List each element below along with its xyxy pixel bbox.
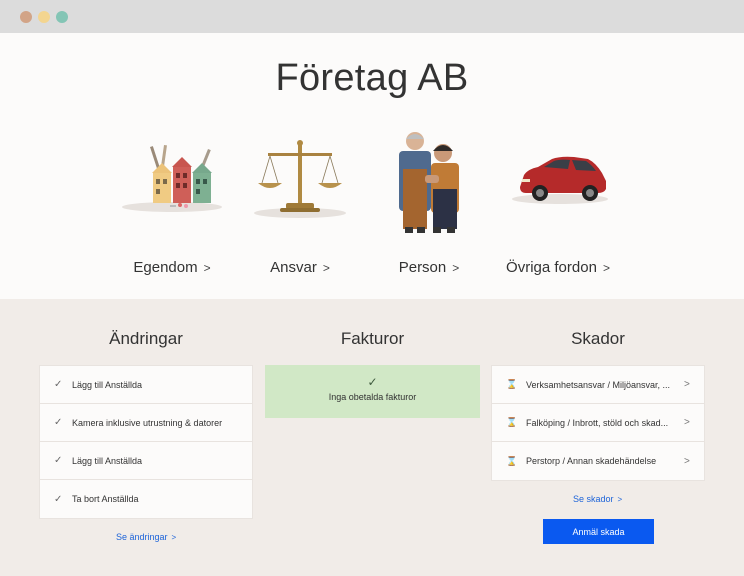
category-ovriga-fordon[interactable]: Övriga fordon > xyxy=(478,129,638,276)
chevron-right-icon: > xyxy=(203,261,211,275)
company-overview: Företag AB Egendom > Ansvar > Person > Ö… xyxy=(0,33,744,299)
maximize-window-button[interactable] xyxy=(56,11,68,23)
changes-title: Ändringar xyxy=(109,329,183,348)
company-title: Företag AB xyxy=(275,57,469,99)
checkmark-icon: ✓ xyxy=(54,417,63,428)
claims-list: ⌛ Verksamhetsansvar / Miljöansvar, ... > ⌛… xyxy=(491,365,705,481)
checkmark-icon: ✓ xyxy=(54,379,63,390)
chevron-right-icon: > xyxy=(684,417,690,428)
hourglass-icon: ⌛ xyxy=(506,455,518,466)
chevron-right-icon: > xyxy=(322,261,330,275)
checkmark-icon: ✓ xyxy=(367,375,378,389)
invoices-status: ✓ Inga obetalda fakturor xyxy=(265,365,480,418)
report-claim-button[interactable]: Anmäl skada xyxy=(543,519,654,544)
chevron-right-icon: > xyxy=(684,379,690,390)
people-illustration-icon xyxy=(369,129,489,239)
claim-item[interactable]: ⌛ Falköping / Inbrott, stöld och skad... > xyxy=(492,404,704,442)
hourglass-icon: ⌛ xyxy=(506,379,518,389)
change-item[interactable]: ✓ Lägg till Anställda xyxy=(40,366,252,404)
car-illustration-icon xyxy=(498,129,618,239)
claim-item[interactable]: ⌛ Perstorp / Annan skadehändelse > xyxy=(492,442,704,480)
checkmark-icon: ✓ xyxy=(54,493,63,505)
change-item[interactable]: ✓ Lägg till Anställda xyxy=(40,442,252,480)
see-claims-link[interactable]: Se skador > xyxy=(573,494,622,504)
see-changes-link[interactable]: Se ändringar > xyxy=(116,532,176,542)
houses-illustration-icon xyxy=(112,129,232,239)
claim-item[interactable]: ⌛ Verksamhetsansvar / Miljöansvar, ... > xyxy=(492,366,704,404)
chevron-right-icon: > xyxy=(684,455,690,467)
changes-list: ✓ Lägg till Anställda ✓ Kamera inklusive u… xyxy=(39,365,253,519)
checkmark-icon: ✓ xyxy=(54,455,63,466)
close-window-button[interactable] xyxy=(20,11,32,23)
minimize-window-button[interactable] xyxy=(38,11,50,23)
claims-title: Skador xyxy=(571,329,625,348)
chevron-right-icon: > xyxy=(171,533,177,542)
chevron-right-icon: > xyxy=(617,495,623,504)
change-item[interactable]: ✓ Ta bort Anställda xyxy=(40,480,252,518)
scales-illustration-icon xyxy=(240,129,360,239)
change-item[interactable]: ✓ Kamera inklusive utrustning & datorer xyxy=(40,404,252,442)
invoices-title: Fakturor xyxy=(340,329,405,348)
invoices-message: Inga obetalda fakturor xyxy=(328,392,417,402)
chevron-right-icon: > xyxy=(452,261,460,275)
chevron-right-icon: > xyxy=(602,261,610,275)
category-label: Övriga fordon > xyxy=(506,259,610,276)
window-titlebar xyxy=(0,0,744,33)
hourglass-icon: ⌛ xyxy=(506,417,518,427)
